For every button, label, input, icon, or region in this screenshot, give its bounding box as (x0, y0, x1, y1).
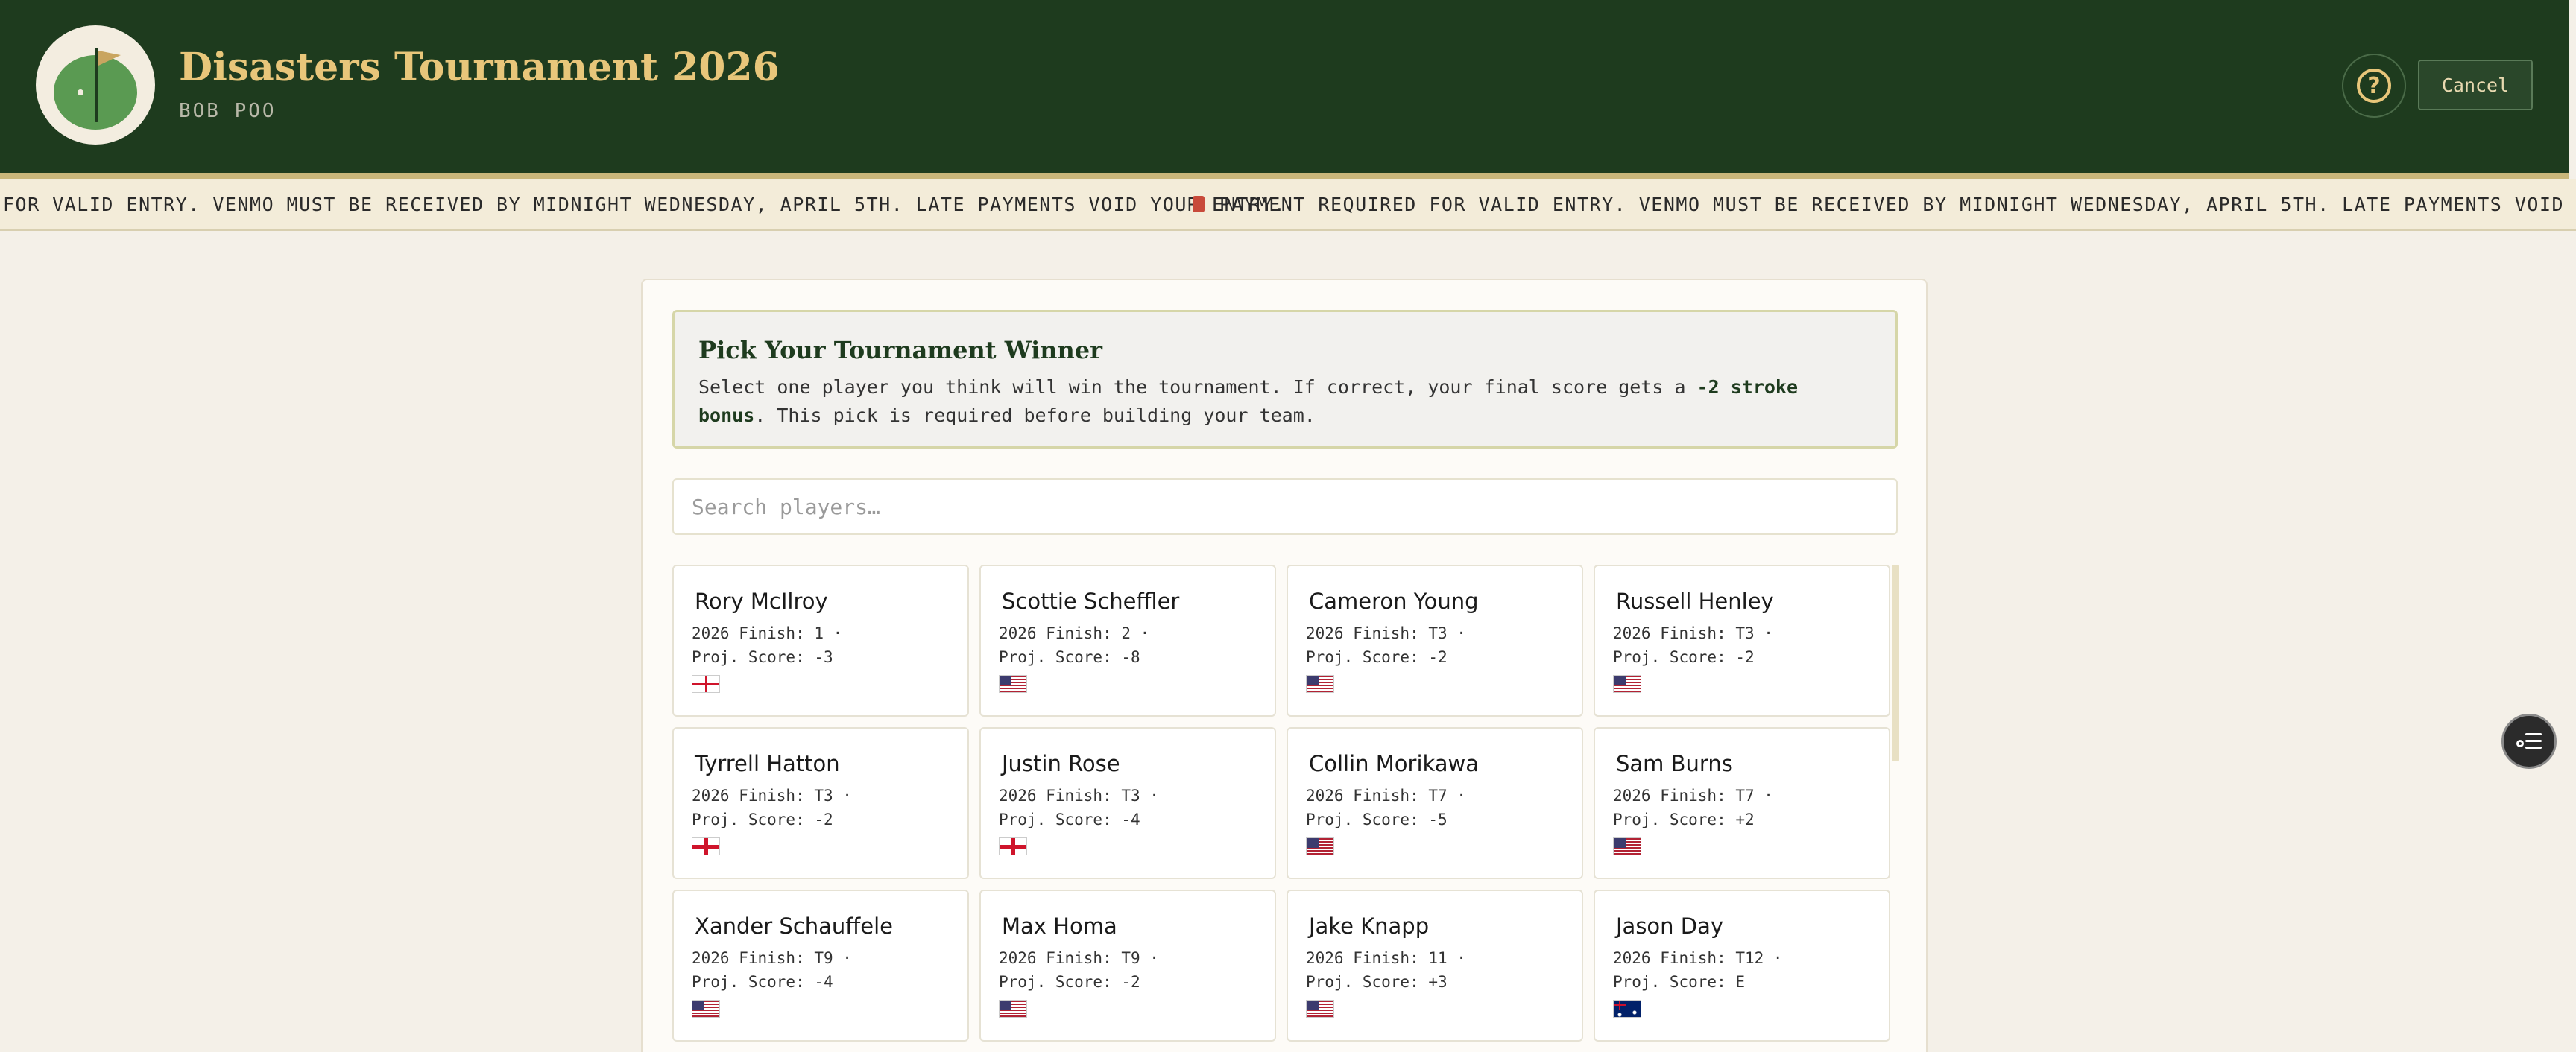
ticker-message: PAYMENT REQUIRED FOR VALID ENTRY. VENMO … (1193, 194, 2576, 215)
player-finish: 2026 Finish: T9 · (999, 949, 1159, 967)
player-card[interactable]: Scottie Scheffler 2026 Finish: 2 · Proj. S… (979, 565, 1276, 717)
payment-ticker: FOR VALID ENTRY. VENMO MUST BE RECEIVED … (0, 179, 2576, 231)
player-projected-score: Proj. Score: -2 (1306, 648, 1448, 666)
user-name: BOB POO (179, 100, 277, 122)
country-flag-icon (692, 837, 720, 855)
country-flag-icon (999, 1000, 1027, 1018)
player-finish: 2026 Finish: T3 · (1306, 624, 1466, 642)
player-name: Rory McIlroy (695, 589, 828, 614)
player-name: Sam Burns (1616, 751, 1733, 776)
app-header: Disasters Tournament 2026 BOB POO ? Canc… (0, 0, 2569, 173)
cancel-button[interactable]: Cancel (2418, 60, 2533, 110)
player-card[interactable]: Collin Morikawa 2026 Finish: T7 · Proj. Sc… (1287, 727, 1583, 879)
ticker-message: FOR VALID ENTRY. VENMO MUST BE RECEIVED … (3, 194, 1287, 215)
player-card[interactable]: Tyrrell Hatton 2026 Finish: T3 · Proj. Sco… (672, 727, 969, 879)
country-flag-icon (1306, 837, 1334, 855)
player-card[interactable]: Jake Knapp 2026 Finish: 11 · Proj. Score: … (1287, 890, 1583, 1042)
player-projected-score: Proj. Score: -4 (692, 973, 833, 991)
player-card[interactable]: Max Homa 2026 Finish: T9 · Proj. Score: -2 (979, 890, 1276, 1042)
player-card[interactable]: Justin Rose 2026 Finish: T3 · Proj. Score:… (979, 727, 1276, 879)
country-flag-icon (1306, 675, 1334, 693)
country-flag-icon (1613, 675, 1641, 693)
player-finish: 2026 Finish: T3 · (999, 787, 1159, 805)
player-projected-score: Proj. Score: -2 (1613, 648, 1755, 666)
filter-toggle-button[interactable] (2501, 714, 2557, 769)
player-card[interactable]: Xander Schauffele 2026 Finish: T9 · Proj. … (672, 890, 969, 1042)
section-title: Pick Your Tournament Winner (698, 336, 1102, 364)
player-projected-score: Proj. Score: +2 (1613, 811, 1755, 828)
country-flag-icon (1306, 1000, 1334, 1018)
player-name: Max Homa (1002, 913, 1117, 939)
player-finish: 2026 Finish: 11 · (1306, 949, 1466, 967)
country-flag-icon (692, 1000, 720, 1018)
page-title: Disasters Tournament 2026 (179, 45, 780, 90)
country-flag-icon (692, 675, 720, 693)
winner-pick-panel: Pick Your Tournament Winner Select one p… (641, 279, 1928, 1052)
search-input[interactable] (672, 478, 1898, 535)
scrollbar-thumb[interactable] (1892, 565, 1899, 761)
player-finish: 2026 Finish: T7 · (1613, 787, 1773, 805)
country-flag-icon (999, 675, 1027, 693)
country-flag-icon (999, 837, 1027, 855)
question-mark-icon: ? (2357, 69, 2391, 103)
help-button[interactable]: ? (2342, 54, 2406, 118)
player-card[interactable]: Sam Burns 2026 Finish: T7 · Proj. Score: +… (1594, 727, 1890, 879)
header-divider (0, 173, 2569, 179)
player-projected-score: Proj. Score: -8 (999, 648, 1140, 666)
player-projected-score: Proj. Score: -2 (692, 811, 833, 828)
player-name: Collin Morikawa (1309, 751, 1480, 776)
player-projected-score: Proj. Score: -3 (692, 648, 833, 666)
player-name: Jake Knapp (1309, 913, 1430, 939)
player-card[interactable]: Jason Day 2026 Finish: T12 · Proj. Score: … (1594, 890, 1890, 1042)
player-finish: 2026 Finish: T7 · (1306, 787, 1466, 805)
player-projected-score: Proj. Score: E (1613, 973, 1746, 991)
player-name: Jason Day (1616, 913, 1724, 939)
country-flag-icon (1613, 837, 1641, 855)
player-projected-score: Proj. Score: -2 (999, 973, 1140, 991)
filter-list-icon (2516, 732, 2542, 751)
player-card[interactable]: Cameron Young 2026 Finish: T3 · Proj. Scor… (1287, 565, 1583, 717)
player-projected-score: Proj. Score: +3 (1306, 973, 1448, 991)
player-name: Xander Schauffele (695, 913, 894, 939)
player-name: Tyrrell Hatton (695, 751, 840, 776)
player-finish: 2026 Finish: 2 · (999, 624, 1150, 642)
player-finish: 2026 Finish: T9 · (692, 949, 852, 967)
player-finish: 2026 Finish: T12 · (1613, 949, 1783, 967)
pin-icon (1193, 196, 1205, 212)
player-finish: 2026 Finish: T3 · (1613, 624, 1773, 642)
player-name: Justin Rose (1002, 751, 1120, 776)
instructions-box: Pick Your Tournament Winner Select one p… (672, 310, 1898, 449)
player-card[interactable]: Russell Henley 2026 Finish: T3 · Proj. Sco… (1594, 565, 1890, 717)
player-name: Russell Henley (1616, 589, 1774, 614)
player-name: Cameron Young (1309, 589, 1479, 614)
player-finish: 2026 Finish: 1 · (692, 624, 843, 642)
player-projected-score: Proj. Score: -4 (999, 811, 1140, 828)
instructions-text: Select one player you think will win the… (698, 376, 1799, 426)
country-flag-icon (1613, 1000, 1641, 1018)
player-card[interactable]: Rory McIlroy 2026 Finish: 1 · Proj. Score:… (672, 565, 969, 717)
player-finish: 2026 Finish: T3 · (692, 787, 852, 805)
golf-flag-logo-icon (36, 25, 155, 145)
player-projected-score: Proj. Score: -5 (1306, 811, 1448, 828)
player-name: Scottie Scheffler (1002, 589, 1180, 614)
